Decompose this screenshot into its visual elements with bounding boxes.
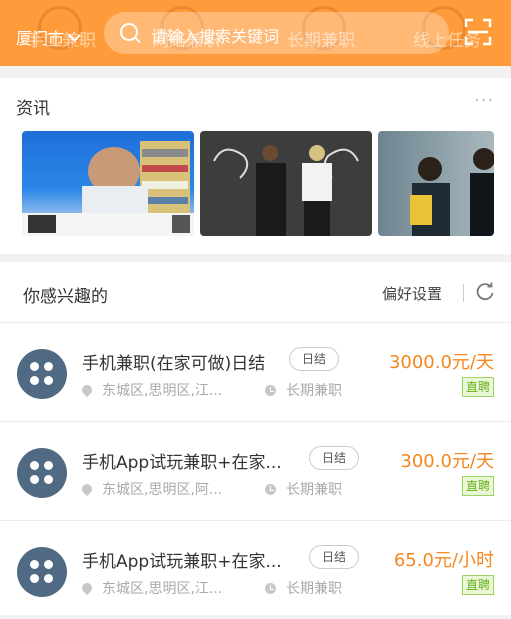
interest-header: 你感兴趣的 偏好设置: [0, 262, 511, 323]
job-location: 东城区,思明区,阿...: [79, 479, 223, 499]
job-location-text: 东城区,思明区,江...: [102, 581, 223, 597]
job-salary: 65.0元/小时: [393, 550, 494, 571]
clock-icon: [265, 582, 276, 594]
divider: [463, 284, 464, 302]
location-pin-icon: [79, 382, 95, 398]
job-avatar: [17, 448, 67, 498]
top-header: 手工兼职 网络兼职 长期兼职 线上任务 厦门市 请输入搜索关键词: [0, 0, 511, 66]
job-list-item[interactable]: 手机App试玩兼职+在家... 日结 东城区,思明区,阿... 长期兼职 300…: [0, 422, 511, 521]
chevron-down-icon: [68, 28, 81, 42]
job-type-text: 长期兼职: [286, 482, 342, 498]
scan-icon[interactable]: [464, 18, 492, 46]
direct-hire-badge: 直聘: [461, 476, 494, 496]
job-list-item[interactable]: 手机App试玩兼职+在家... 日结 东城区,思明区,江... 长期兼职 65.…: [0, 521, 511, 619]
settlement-tag: 日结: [309, 545, 360, 569]
business-couple-muscle-chalk-photo: [213, 145, 359, 236]
news-section: 资讯 ···: [0, 78, 511, 254]
job-location: 东城区,思明区,江...: [79, 578, 223, 598]
news-thumbnail-3[interactable]: [378, 131, 494, 236]
stressed-office-worker-photo: [22, 141, 194, 236]
news-title: 资讯: [16, 99, 50, 119]
job-type-text: 长期兼职: [286, 581, 342, 597]
job-type: 长期兼职: [265, 578, 342, 598]
interest-title: 你感兴趣的: [23, 287, 108, 307]
search-bar[interactable]: 请输入搜索关键词: [104, 12, 449, 54]
clock-icon: [265, 384, 276, 396]
direct-hire-badge: 直聘: [461, 575, 494, 595]
job-type-text: 长期兼职: [286, 383, 342, 399]
clock-icon: [265, 483, 276, 495]
settlement-tag: 日结: [289, 347, 340, 371]
job-title: 手机兼职(在家可做)日结: [82, 354, 266, 374]
job-avatar: [17, 349, 67, 399]
job-avatar: [17, 547, 67, 597]
refresh-icon[interactable]: [475, 282, 495, 302]
job-location-text: 东城区,思明区,江...: [102, 383, 223, 399]
direct-hire-badge: 直聘: [461, 377, 494, 397]
job-salary: 300.0元/天: [400, 451, 494, 472]
business-people-meeting-photo: [410, 148, 494, 236]
settlement-tag: 日结: [309, 446, 360, 470]
job-title: 手机App试玩兼职+在家...: [82, 453, 282, 473]
news-thumbnail-1[interactable]: [22, 131, 194, 236]
city-label: 厦门市: [16, 29, 65, 48]
job-title: 手机App试玩兼职+在家...: [82, 552, 282, 572]
job-salary: 3000.0元/天: [388, 352, 494, 373]
preference-settings-button[interactable]: 偏好设置: [382, 283, 442, 304]
interest-section: 你感兴趣的 偏好设置 手机兼职(在家可做)日结 日结 东城区,思明区,江... …: [0, 262, 511, 615]
news-thumbnail-2[interactable]: [200, 131, 372, 236]
city-selector[interactable]: 厦门市: [16, 25, 81, 49]
more-icon[interactable]: ···: [474, 90, 494, 111]
search-placeholder: 请输入搜索关键词: [151, 27, 280, 46]
job-location: 东城区,思明区,江...: [79, 380, 223, 400]
location-pin-icon: [79, 580, 95, 596]
job-type: 长期兼职: [265, 380, 342, 400]
job-list-item[interactable]: 手机兼职(在家可做)日结 日结 东城区,思明区,江... 长期兼职 3000.0…: [0, 323, 511, 422]
location-pin-icon: [79, 481, 95, 497]
search-icon: [120, 23, 138, 41]
job-location-text: 东城区,思明区,阿...: [102, 482, 223, 498]
job-type: 长期兼职: [265, 479, 342, 499]
